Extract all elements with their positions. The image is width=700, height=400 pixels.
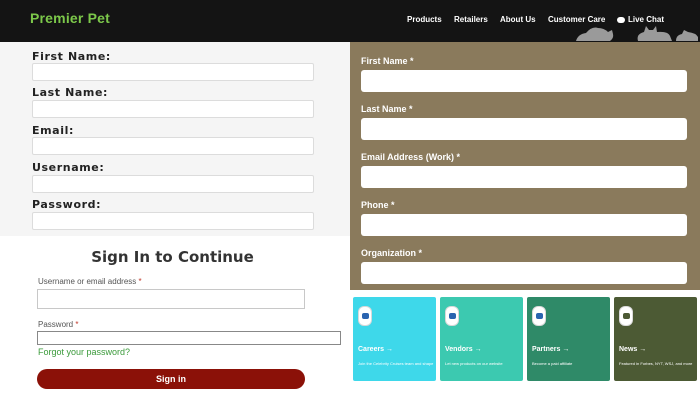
card-title: Careers → [358,346,394,353]
handshake-icon [532,306,546,326]
card-subtitle: Join the Celebrity Cruises team and shap… [358,361,434,366]
first-name-label: First Name: [32,50,111,63]
card-subtitle: Featured in Forbes, NYT, WSJ, and more [619,361,693,366]
rf-email-input[interactable] [361,166,687,188]
card-subtitle: Become a paid affiliate [532,361,573,366]
username-email-label-text: Username or email address [38,277,137,286]
email-input[interactable] [32,137,314,155]
card-title: News → [619,346,647,353]
username-email-label: Username or email address * [38,277,142,286]
card-subtitle: Let new products on our website [445,361,503,366]
username-email-input[interactable] [37,289,305,309]
partners-card[interactable]: Partners → Become a paid affiliate [527,297,610,381]
rf-email-label: Email Address (Work) * [361,152,461,162]
rf-last-name-label: Last Name * [361,104,413,114]
careers-card[interactable]: Careers → Join the Celebrity Cruises tea… [353,297,436,381]
card-title: Partners → [532,346,570,353]
rf-first-name-label: First Name * [361,56,414,66]
last-name-label: Last Name: [32,86,109,99]
rf-organization-label: Organization * [361,248,423,258]
sign-in-panel: Sign In to Continue Username or email ad… [0,236,350,400]
password-input[interactable] [32,212,314,230]
rf-phone-label: Phone * [361,200,395,210]
first-name-input[interactable] [32,63,314,81]
required-mark: * [75,320,79,329]
rf-organization-input[interactable] [361,262,687,284]
document-icon [619,306,633,326]
username-input[interactable] [32,175,314,193]
contact-form: First Name * Last Name * Email Address (… [350,42,700,290]
signin-password-label-text: Password [38,320,74,329]
card-title: Vendors → [445,346,482,353]
rf-first-name-input[interactable] [361,70,687,92]
last-name-input[interactable] [32,100,314,118]
rf-last-name-input[interactable] [361,118,687,140]
required-mark: * [138,277,142,286]
vendors-card[interactable]: Vendors → Let new products on our websit… [440,297,523,381]
info-cards: Careers → Join the Celebrity Cruises tea… [350,290,700,400]
nav-products[interactable]: Products [407,15,442,24]
nav-retailers[interactable]: Retailers [454,15,488,24]
building-icon [445,306,459,326]
registration-form: First Name: Last Name: Email: Username: … [0,42,350,236]
email-label: Email: [32,124,74,137]
forgot-password-link[interactable]: Forgot your password? [38,347,130,357]
signin-password-label: Password * [38,320,78,329]
site-logo[interactable]: Premier Pet [30,10,110,26]
news-card[interactable]: News → Featured in Forbes, NYT, WSJ, and… [614,297,697,381]
sign-in-title: Sign In to Continue [91,248,254,266]
top-nav-bar: Premier Pet Products Retailers About Us … [0,0,700,42]
people-icon [358,306,372,326]
password-label: Password: [32,198,102,211]
sign-in-button[interactable]: Sign in [37,369,305,389]
rf-phone-input[interactable] [361,214,687,236]
nav-about-us[interactable]: About Us [500,15,536,24]
username-label: Username: [32,161,105,174]
signin-password-input[interactable] [37,331,341,345]
pet-silhouettes-icon [576,26,698,41]
